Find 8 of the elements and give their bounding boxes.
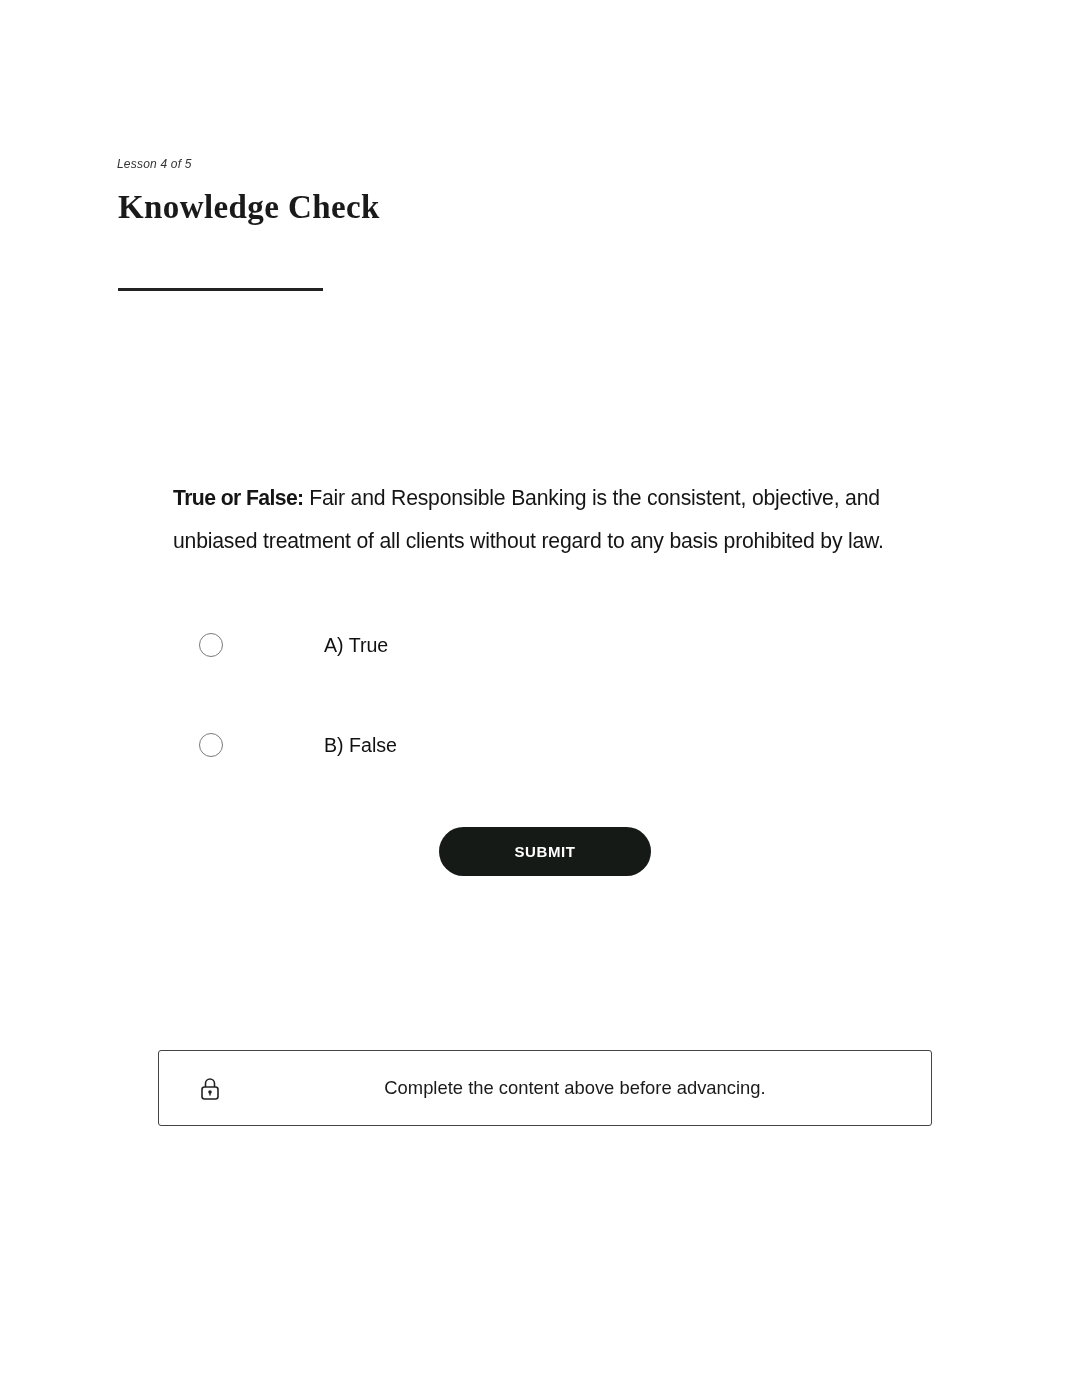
question-text: True or False: Fair and Responsible Banking is the consistent, objective, and unbiased treatment of all clients without regard to any basis prohibited by law. <box>173 485 885 555</box>
lock-icon <box>201 1076 219 1100</box>
notice-text: Complete the content above before advancing. <box>384 1077 766 1098</box>
option-label[interactable]: A) True <box>324 633 389 657</box>
submit-button[interactable]: SUBMIT <box>439 827 651 876</box>
option-label[interactable]: B) False <box>324 733 397 757</box>
lesson-title: Knowledge Check <box>118 189 380 225</box>
lesson-counter: Lesson 4 of 5 <box>117 157 192 171</box>
